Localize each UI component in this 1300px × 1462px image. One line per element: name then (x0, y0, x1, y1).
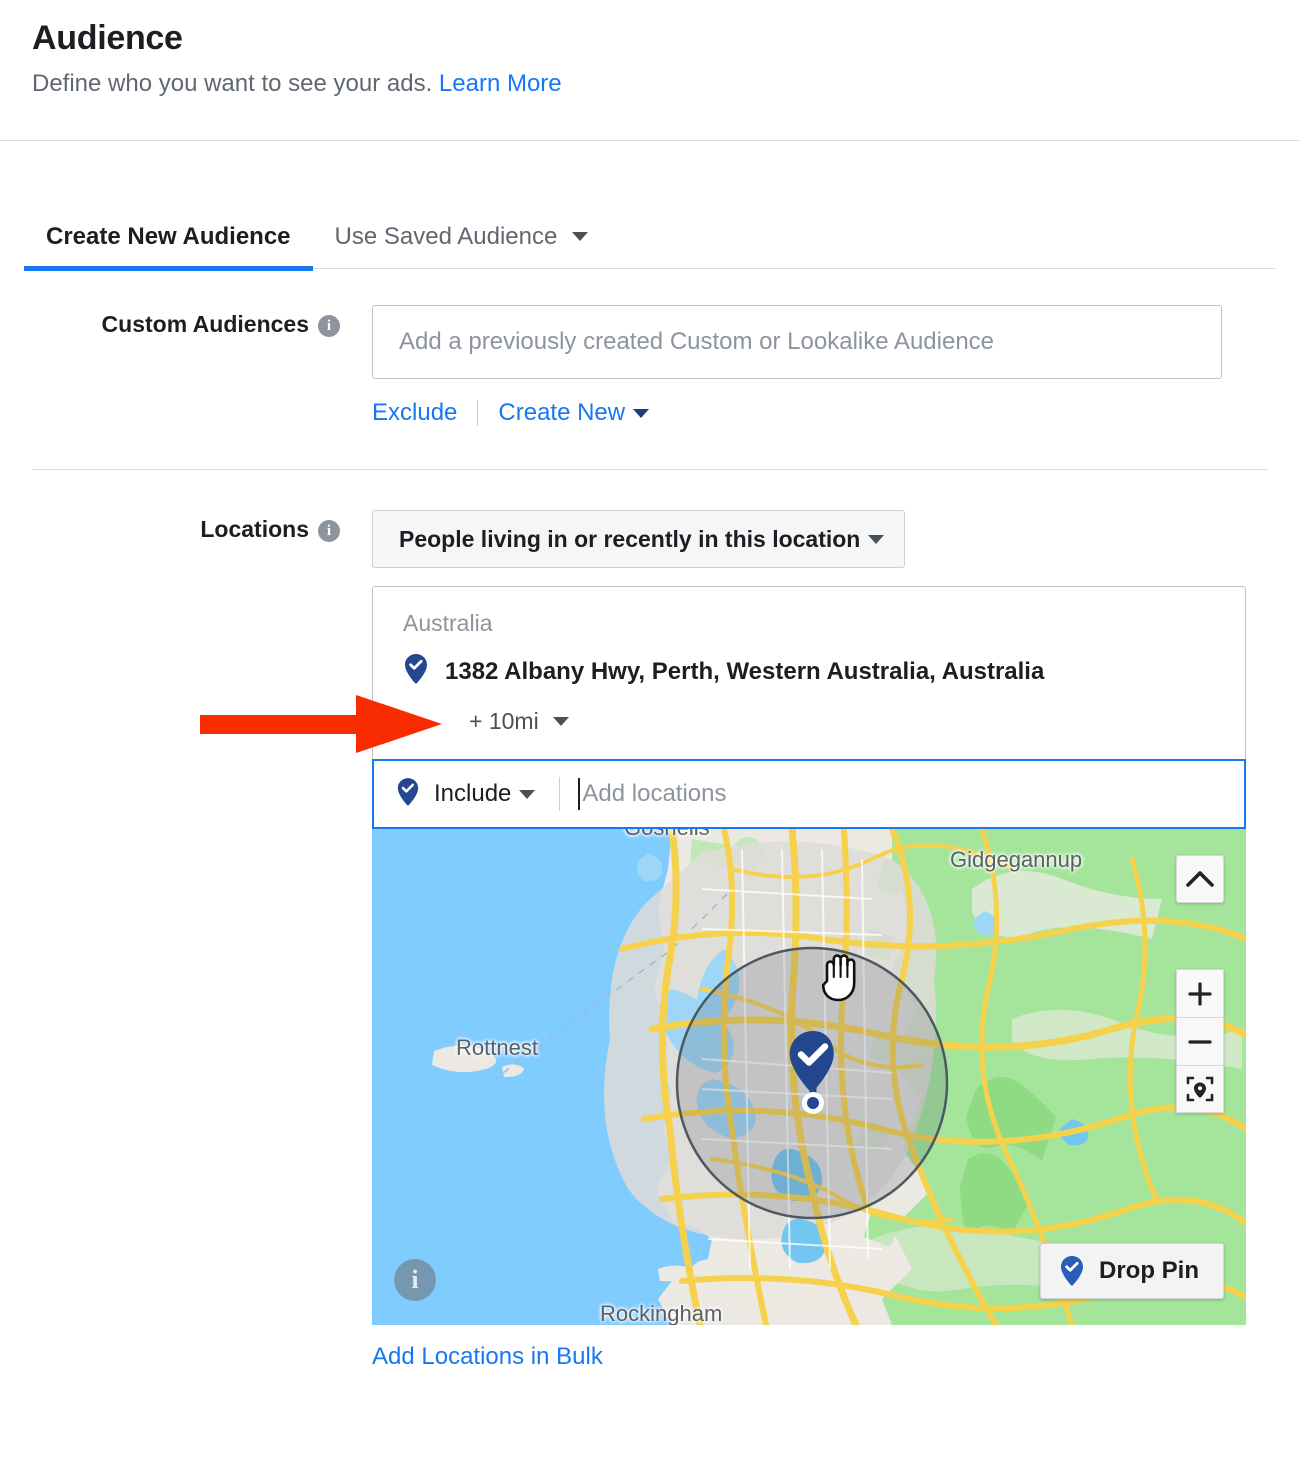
zoom-in-button[interactable] (1176, 969, 1224, 1017)
add-locations-bar: Include Add locations (372, 759, 1246, 829)
add-locations-input[interactable]: Add locations (582, 780, 726, 808)
map-info-button[interactable]: i (394, 1259, 436, 1301)
location-country-group: Australia (403, 610, 493, 636)
add-locations-bulk-row: Add Locations in Bulk (372, 1343, 1276, 1371)
info-icon[interactable]: i (318, 315, 340, 337)
location-pin-check-icon (396, 777, 420, 812)
tab-create-new-audience-label: Create New Audience (46, 223, 291, 251)
add-locations-in-bulk-link[interactable]: Add Locations in Bulk (372, 1343, 603, 1370)
tab-use-saved-audience-label: Use Saved Audience (334, 223, 558, 251)
text-caret (578, 778, 581, 810)
learn-more-link[interactable]: Learn More (439, 70, 562, 97)
locations-label-text: Locations (200, 516, 309, 542)
include-mode-select[interactable]: Include (396, 777, 536, 812)
locations-label: Locations i (24, 510, 372, 1371)
zoom-out-button[interactable] (1176, 1017, 1224, 1065)
custom-audiences-label-text: Custom Audiences (101, 311, 309, 337)
minus-icon (1188, 1039, 1212, 1044)
locations-row: Locations i People living in or recently … (0, 510, 1300, 1371)
location-radius-value: + 10mi (469, 708, 539, 734)
page-subtitle: Define who you want to see your ads. Lea… (32, 69, 1268, 99)
location-pin-check-icon (789, 1031, 834, 1114)
drop-pin-button[interactable]: Drop Pin (1040, 1243, 1224, 1299)
chevron-down-icon[interactable] (633, 408, 650, 418)
chevron-down-icon (868, 534, 885, 544)
locate-pin-icon (1186, 1076, 1214, 1102)
info-icon[interactable]: i (318, 520, 340, 542)
chevron-down-icon (552, 717, 569, 726)
custom-audiences-label: Custom Audiences i (24, 305, 372, 427)
tab-use-saved-audience[interactable]: Use Saved Audience (313, 223, 611, 268)
create-new-link[interactable]: Create New (498, 399, 625, 427)
grab-hand-cursor (818, 951, 864, 1003)
selected-location-item[interactable]: 1382 Albany Hwy, Perth, Western Australi… (373, 641, 1245, 690)
page-title: Audience (32, 19, 183, 57)
location-radius-select[interactable]: + 10mi (373, 690, 1245, 759)
info-icon: i (411, 1265, 419, 1294)
chevron-down-icon (519, 789, 536, 799)
custom-audiences-sub-links: Exclude Create New (372, 399, 1276, 427)
chevron-up-icon (1186, 871, 1214, 887)
custom-audiences-input[interactable]: Add a previously created Custom or Looka… (372, 305, 1222, 379)
drop-pin-button-label: Drop Pin (1099, 1257, 1199, 1284)
page-subtitle-text: Define who you want to see your ads. (32, 69, 433, 97)
sub-links-divider (477, 400, 479, 426)
location-scope-select[interactable]: People living in or recently in this loc… (372, 510, 906, 568)
location-scope-value: People living in or recently in this loc… (399, 525, 861, 552)
exclude-link[interactable]: Exclude (372, 399, 457, 427)
include-mode-label: Include (434, 780, 512, 807)
locations-field: People living in or recently in this loc… (372, 510, 1276, 1371)
map-marker[interactable] (784, 1029, 842, 1121)
tab-create-new-audience[interactable]: Create New Audience (24, 223, 313, 271)
location-pin-check-icon (1059, 1255, 1085, 1287)
audience-tabs: Create New Audience Use Saved Audience (24, 141, 1276, 271)
map-zoom-controls (1176, 969, 1224, 1113)
plus-icon (1188, 981, 1212, 1006)
selected-location-name: 1382 Albany Hwy, Perth, Western Australi… (445, 657, 1045, 685)
section-divider (32, 469, 1268, 470)
custom-audiences-input-placeholder: Add a previously created Custom or Looka… (399, 328, 995, 355)
location-map[interactable]: Gidgegannup Rottnest Rockingham Gosnells (372, 829, 1246, 1325)
custom-audiences-row: Custom Audiences i Add a previously creat… (0, 305, 1300, 427)
location-pin-check-icon (403, 653, 429, 690)
locate-pin-button[interactable] (1176, 1065, 1224, 1113)
locations-panel: Australia 1382 Albany Hwy, Perth, Wester… (372, 586, 1246, 1325)
input-bar-divider (559, 777, 561, 811)
chevron-down-icon (572, 232, 589, 242)
custom-audiences-field: Add a previously created Custom or Looka… (372, 305, 1276, 427)
page-header: Audience Define who you want to see your… (0, 0, 1300, 141)
map-compass-button[interactable] (1176, 855, 1224, 903)
